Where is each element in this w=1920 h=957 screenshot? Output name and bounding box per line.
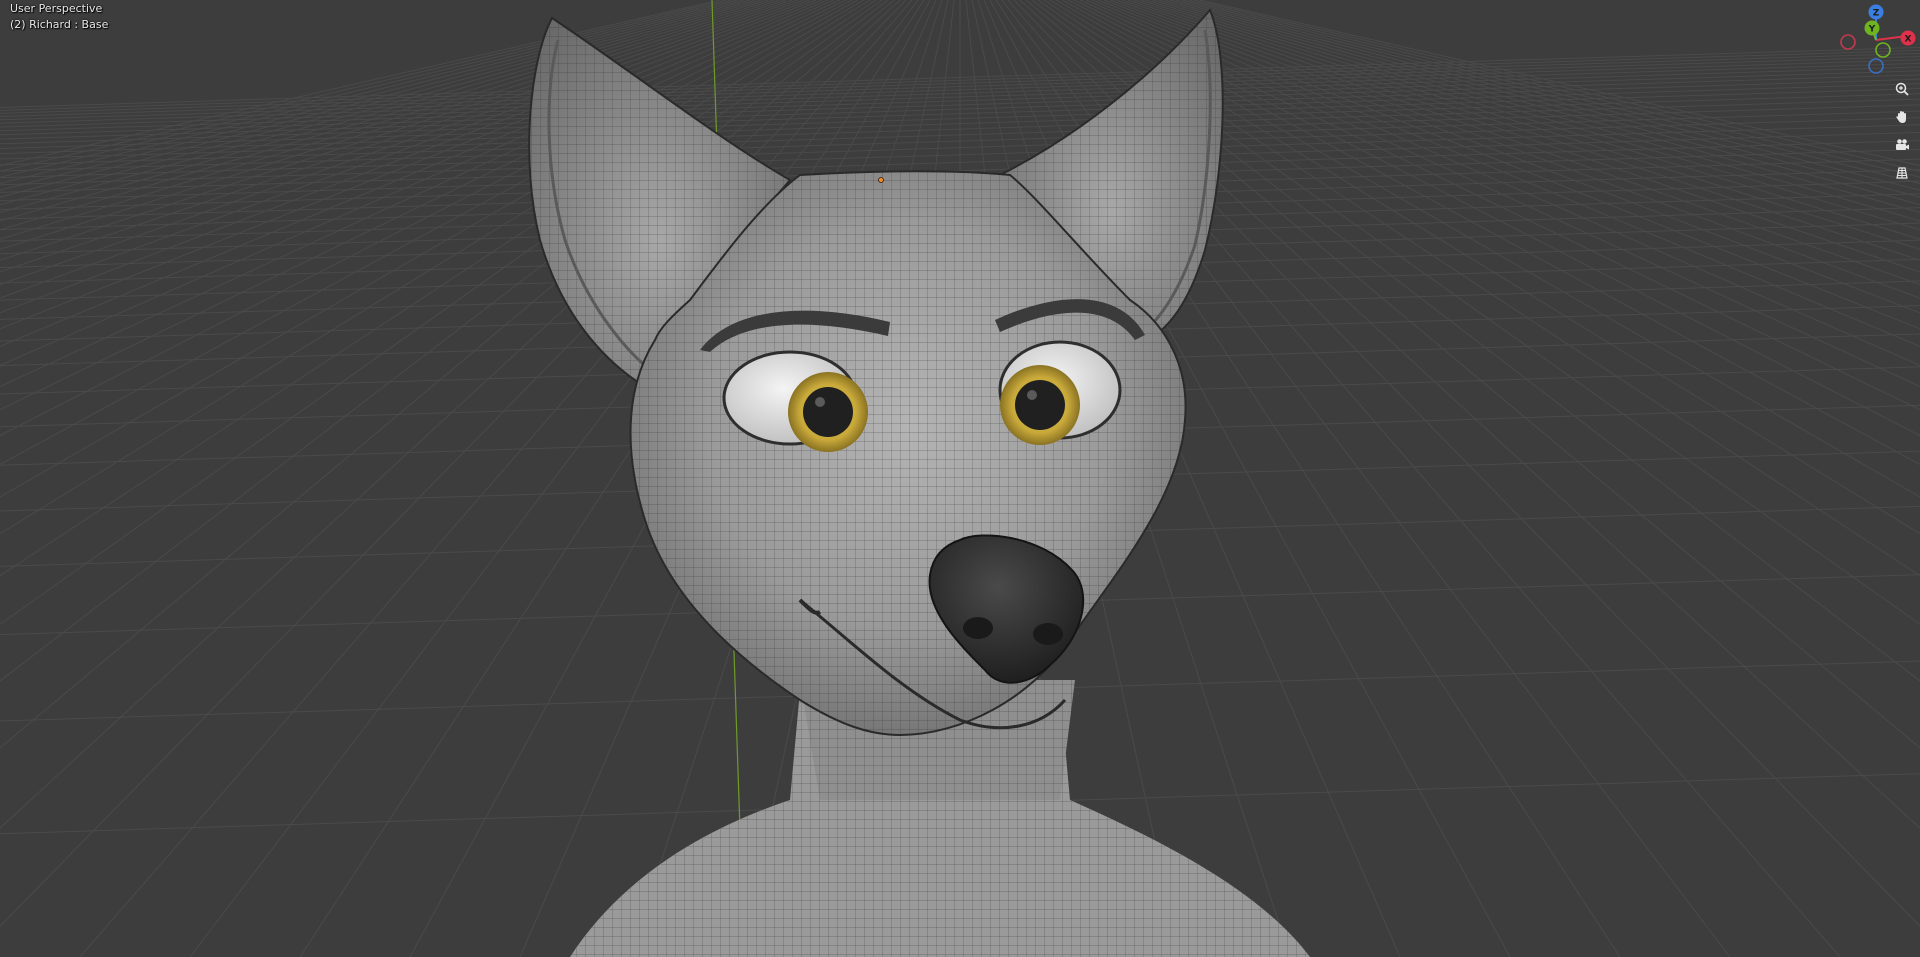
scene-render[interactable]	[0, 0, 1920, 957]
svg-text:X: X	[1905, 35, 1912, 45]
active-object-label: (2) Richard : Base	[10, 18, 109, 31]
pan-button[interactable]	[1890, 105, 1914, 129]
toggle-ortho-button[interactable]	[1890, 161, 1914, 185]
camera-icon	[1896, 139, 1909, 150]
grid-line	[1103, 0, 1920, 314]
neg-x-axis-handle[interactable]	[1840, 34, 1856, 50]
grid-line	[1157, 0, 1920, 213]
hand-icon	[1896, 111, 1906, 123]
grid-line	[1169, 0, 1920, 198]
zoom-button[interactable]	[1890, 77, 1914, 101]
svg-text:Z: Z	[1873, 9, 1880, 19]
grid-icon	[1896, 167, 1908, 179]
view-name-label: User Perspective	[10, 2, 103, 15]
grid-line	[1115, 0, 1920, 286]
y-axis-handle[interactable]: Y	[1864, 20, 1880, 36]
neg-y-axis-handle[interactable]	[1875, 42, 1891, 58]
x-axis-handle[interactable]: X	[1900, 30, 1916, 46]
object-origin-point[interactable]	[878, 177, 884, 183]
navigation-gizmo[interactable]: X Y Z	[1832, 2, 1920, 74]
zoom-icon	[1895, 82, 1909, 96]
z-axis-handle[interactable]: Z	[1868, 4, 1884, 20]
grid-line	[1151, 0, 1920, 222]
camera-view-button[interactable]	[1890, 133, 1914, 157]
neg-z-axis-handle[interactable]	[1868, 58, 1884, 74]
3d-viewport[interactable]: User Perspective (2) Richard : Base X Y …	[0, 0, 1920, 957]
svg-text:Y: Y	[1868, 25, 1876, 35]
grid-line	[1109, 0, 1920, 299]
